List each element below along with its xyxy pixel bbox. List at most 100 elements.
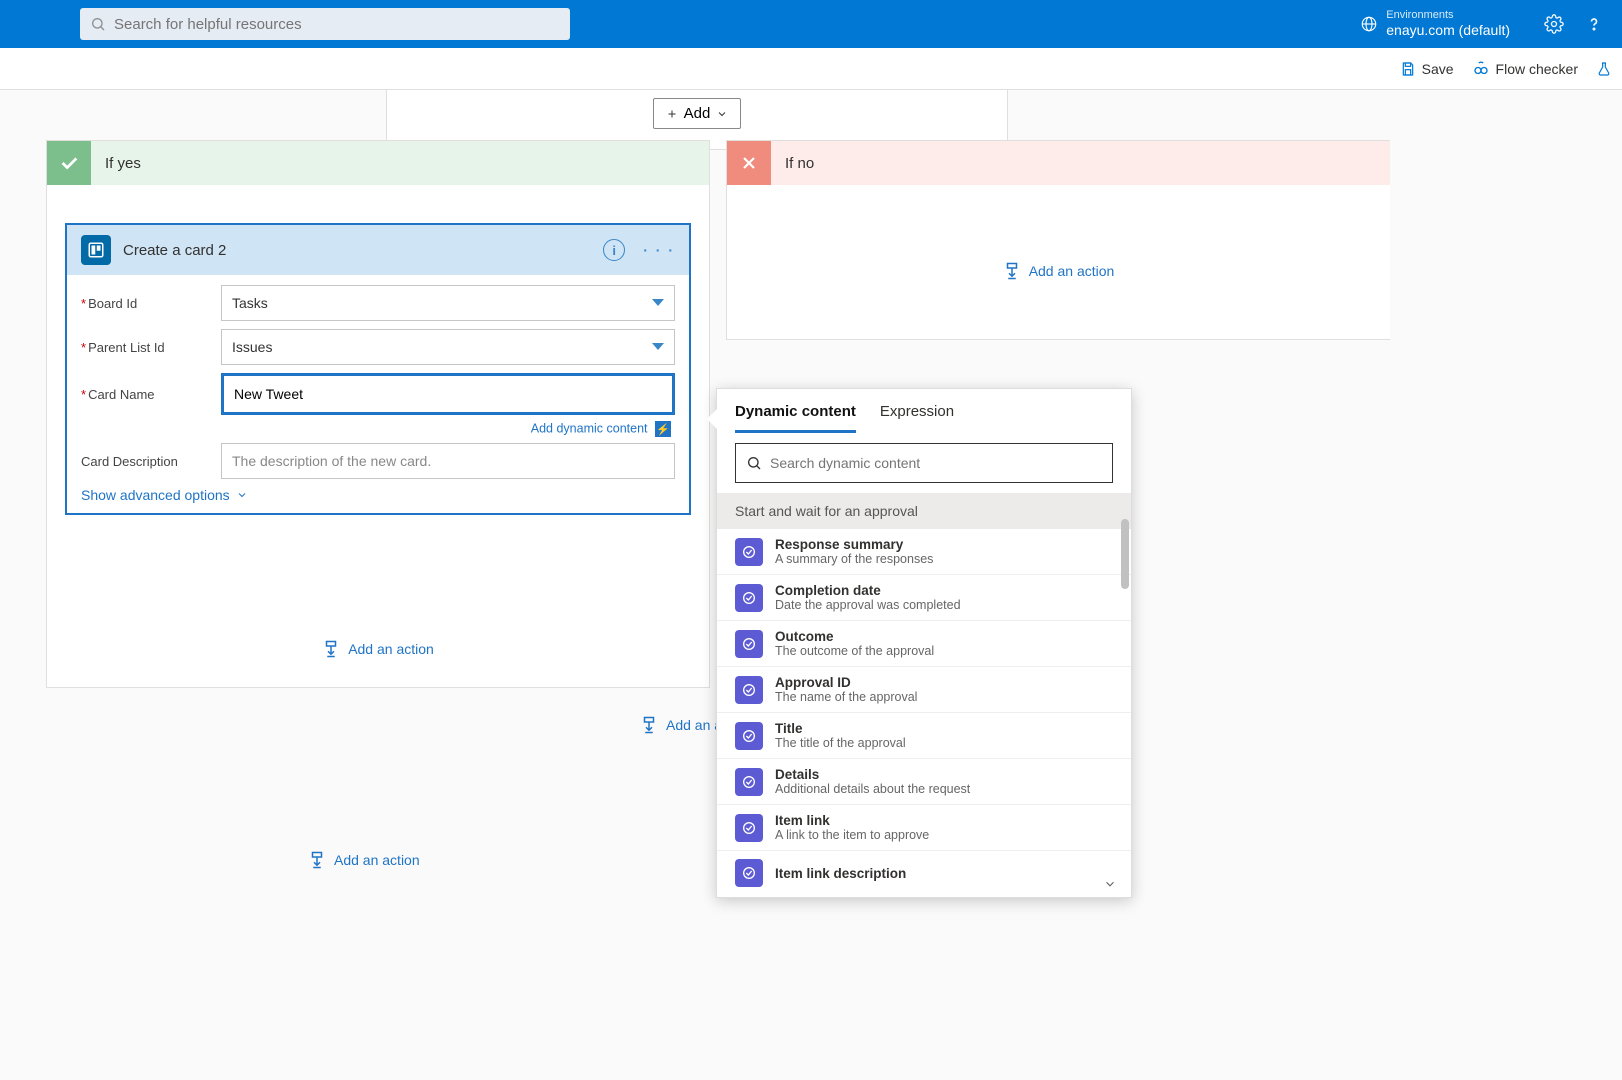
- info-icon[interactable]: i: [603, 239, 625, 261]
- add-action-bottom[interactable]: Add an action: [308, 850, 420, 870]
- item-desc: Additional details about the request: [775, 782, 970, 796]
- save-button[interactable]: Save: [1400, 61, 1454, 77]
- global-search[interactable]: [80, 8, 570, 40]
- environment-name: enayu.com (default): [1386, 22, 1510, 39]
- card-desc-placeholder: The description of the new card.: [232, 453, 431, 469]
- card-desc-input[interactable]: The description of the new card.: [221, 443, 675, 479]
- scrollbar-thumb[interactable]: [1121, 519, 1129, 589]
- dynamic-content-item[interactable]: Item link A link to the item to approve: [717, 805, 1131, 851]
- check-icon: [47, 141, 91, 185]
- top-bar: Environments enayu.com (default): [0, 0, 1622, 48]
- flow-checker-label: Flow checker: [1496, 61, 1578, 77]
- dynamic-search-input[interactable]: [770, 455, 1102, 471]
- search-icon: [90, 16, 106, 32]
- item-title: Title: [775, 721, 906, 736]
- insert-step-icon: [640, 715, 658, 735]
- plus-icon: [666, 108, 678, 120]
- item-desc: Date the approval was completed: [775, 598, 961, 612]
- if-no-label: If no: [785, 155, 814, 172]
- save-icon: [1400, 61, 1416, 77]
- parent-list-label: Parent List Id: [88, 340, 165, 355]
- approval-icon: [735, 859, 763, 887]
- if-yes-header[interactable]: If yes: [47, 141, 709, 185]
- test-button[interactable]: [1596, 61, 1612, 77]
- approval-icon: [735, 584, 763, 612]
- command-bar: Save Flow checker: [0, 48, 1622, 90]
- tab-expression[interactable]: Expression: [880, 403, 954, 433]
- add-condition-button[interactable]: Add: [653, 98, 742, 129]
- approval-icon: [735, 538, 763, 566]
- dynamic-content-list[interactable]: Response summary A summary of the respon…: [717, 529, 1131, 889]
- board-id-select[interactable]: Tasks: [221, 285, 675, 321]
- insert-step-icon: [308, 850, 326, 870]
- gear-icon: [1544, 14, 1564, 34]
- item-desc: A summary of the responses: [775, 552, 933, 566]
- card-name-label: Card Name: [88, 387, 154, 402]
- tab-dynamic-content[interactable]: Dynamic content: [735, 403, 856, 433]
- add-dynamic-content-link[interactable]: Add dynamic content ⚡: [81, 421, 675, 437]
- chevron-down-icon: [716, 108, 728, 120]
- dynamic-content-item[interactable]: Item link description: [717, 851, 1131, 889]
- dynamic-content-item[interactable]: Response summary A summary of the respon…: [717, 529, 1131, 575]
- dynamic-content-item[interactable]: Approval ID The name of the approval: [717, 667, 1131, 713]
- trello-icon: [81, 235, 111, 265]
- flask-icon: [1596, 61, 1612, 77]
- approval-icon: [735, 722, 763, 750]
- item-desc: The outcome of the approval: [775, 644, 934, 658]
- dynamic-content-icon: ⚡: [655, 421, 671, 437]
- show-advanced-options[interactable]: Show advanced options: [81, 487, 675, 503]
- item-desc: The name of the approval: [775, 690, 917, 704]
- chevron-down-icon: [236, 489, 248, 501]
- item-title: Details: [775, 767, 970, 782]
- help-button[interactable]: [1584, 14, 1604, 34]
- approval-icon: [735, 768, 763, 796]
- settings-button[interactable]: [1544, 14, 1564, 34]
- item-title: Item link description: [775, 866, 906, 881]
- dynamic-content-popup: Dynamic content Expression Start and wai…: [716, 388, 1132, 898]
- if-yes-branch: If yes Create a card 2 i · · · *Board Id…: [46, 140, 710, 688]
- environment-label: Environments: [1386, 9, 1510, 22]
- item-desc: The title of the approval: [775, 736, 906, 750]
- card-name-field[interactable]: [234, 386, 662, 402]
- search-icon: [746, 455, 762, 471]
- item-title: Response summary: [775, 537, 933, 552]
- board-id-value: Tasks: [232, 295, 268, 311]
- card-desc-label: Card Description: [81, 454, 178, 469]
- approval-icon: [735, 814, 763, 842]
- card-name-input[interactable]: [221, 373, 675, 415]
- create-card-action[interactable]: Create a card 2 i · · · *Board Id Tasks …: [65, 223, 691, 515]
- action-title: Create a card 2: [123, 242, 603, 259]
- item-desc: A link to the item to approve: [775, 828, 929, 842]
- approval-icon: [735, 676, 763, 704]
- item-title: Outcome: [775, 629, 934, 644]
- action-menu-button[interactable]: · · ·: [643, 242, 675, 258]
- if-no-branch: If no Add an action: [726, 140, 1390, 340]
- dynamic-section-header: Start and wait for an approval: [717, 493, 1131, 529]
- approval-icon: [735, 630, 763, 658]
- insert-step-icon: [1003, 261, 1021, 281]
- item-title: Item link: [775, 813, 929, 828]
- add-condition-label: Add: [684, 105, 711, 122]
- add-action-condition[interactable]: Add an a: [640, 715, 722, 735]
- insert-step-icon: [322, 639, 340, 659]
- board-id-label: Board Id: [88, 296, 137, 311]
- item-title: Approval ID: [775, 675, 917, 690]
- dynamic-content-item[interactable]: Completion date Date the approval was co…: [717, 575, 1131, 621]
- globe-icon: [1360, 15, 1378, 33]
- dynamic-content-item[interactable]: Title The title of the approval: [717, 713, 1131, 759]
- flow-checker-icon: [1472, 60, 1490, 78]
- chevron-down-icon[interactable]: [1103, 877, 1117, 891]
- global-search-input[interactable]: [114, 16, 560, 33]
- environment-picker[interactable]: Environments enayu.com (default): [1360, 9, 1510, 39]
- flow-checker-button[interactable]: Flow checker: [1472, 60, 1578, 78]
- dynamic-content-item[interactable]: Details Additional details about the req…: [717, 759, 1131, 805]
- if-no-header[interactable]: If no: [727, 141, 1390, 185]
- parent-list-select[interactable]: Issues: [221, 329, 675, 365]
- if-yes-label: If yes: [105, 155, 141, 172]
- add-action-yes[interactable]: Add an action: [47, 639, 709, 659]
- add-action-no[interactable]: Add an action: [727, 261, 1390, 281]
- help-icon: [1584, 14, 1604, 34]
- dynamic-content-search[interactable]: [735, 443, 1113, 483]
- dynamic-content-item[interactable]: Outcome The outcome of the approval: [717, 621, 1131, 667]
- item-title: Completion date: [775, 583, 961, 598]
